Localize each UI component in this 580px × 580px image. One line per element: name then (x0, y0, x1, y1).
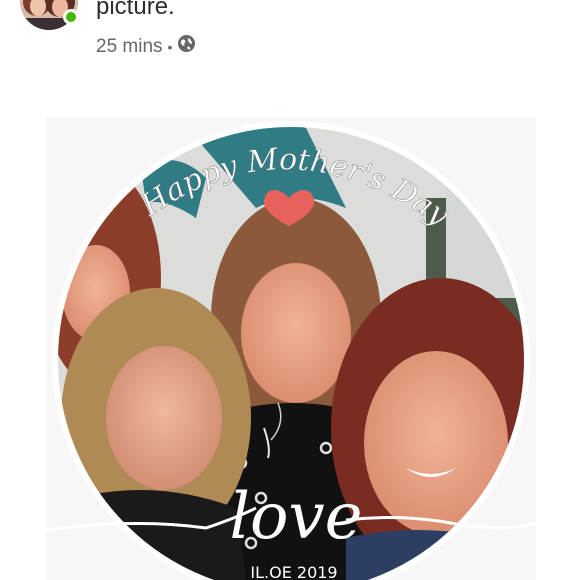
love-text: love (229, 480, 362, 554)
photo-image: Happy Mother's Day love IL.OE 2019 (46, 118, 536, 580)
date-text: IL.OE 2019 (250, 563, 337, 580)
globe-icon[interactable] (177, 34, 196, 59)
online-status-indicator (63, 9, 79, 25)
post-timestamp[interactable]: 25 mins (96, 36, 163, 58)
post-photo[interactable]: Happy Mother's Day love IL.OE 2019 (46, 118, 536, 580)
post-meta: 25 mins • (96, 34, 196, 59)
facebook-post: picture. 25 mins • Happy Mother's Day lo… (0, 0, 580, 580)
post-caption: picture. (96, 0, 175, 20)
meta-separator: • (167, 38, 173, 55)
